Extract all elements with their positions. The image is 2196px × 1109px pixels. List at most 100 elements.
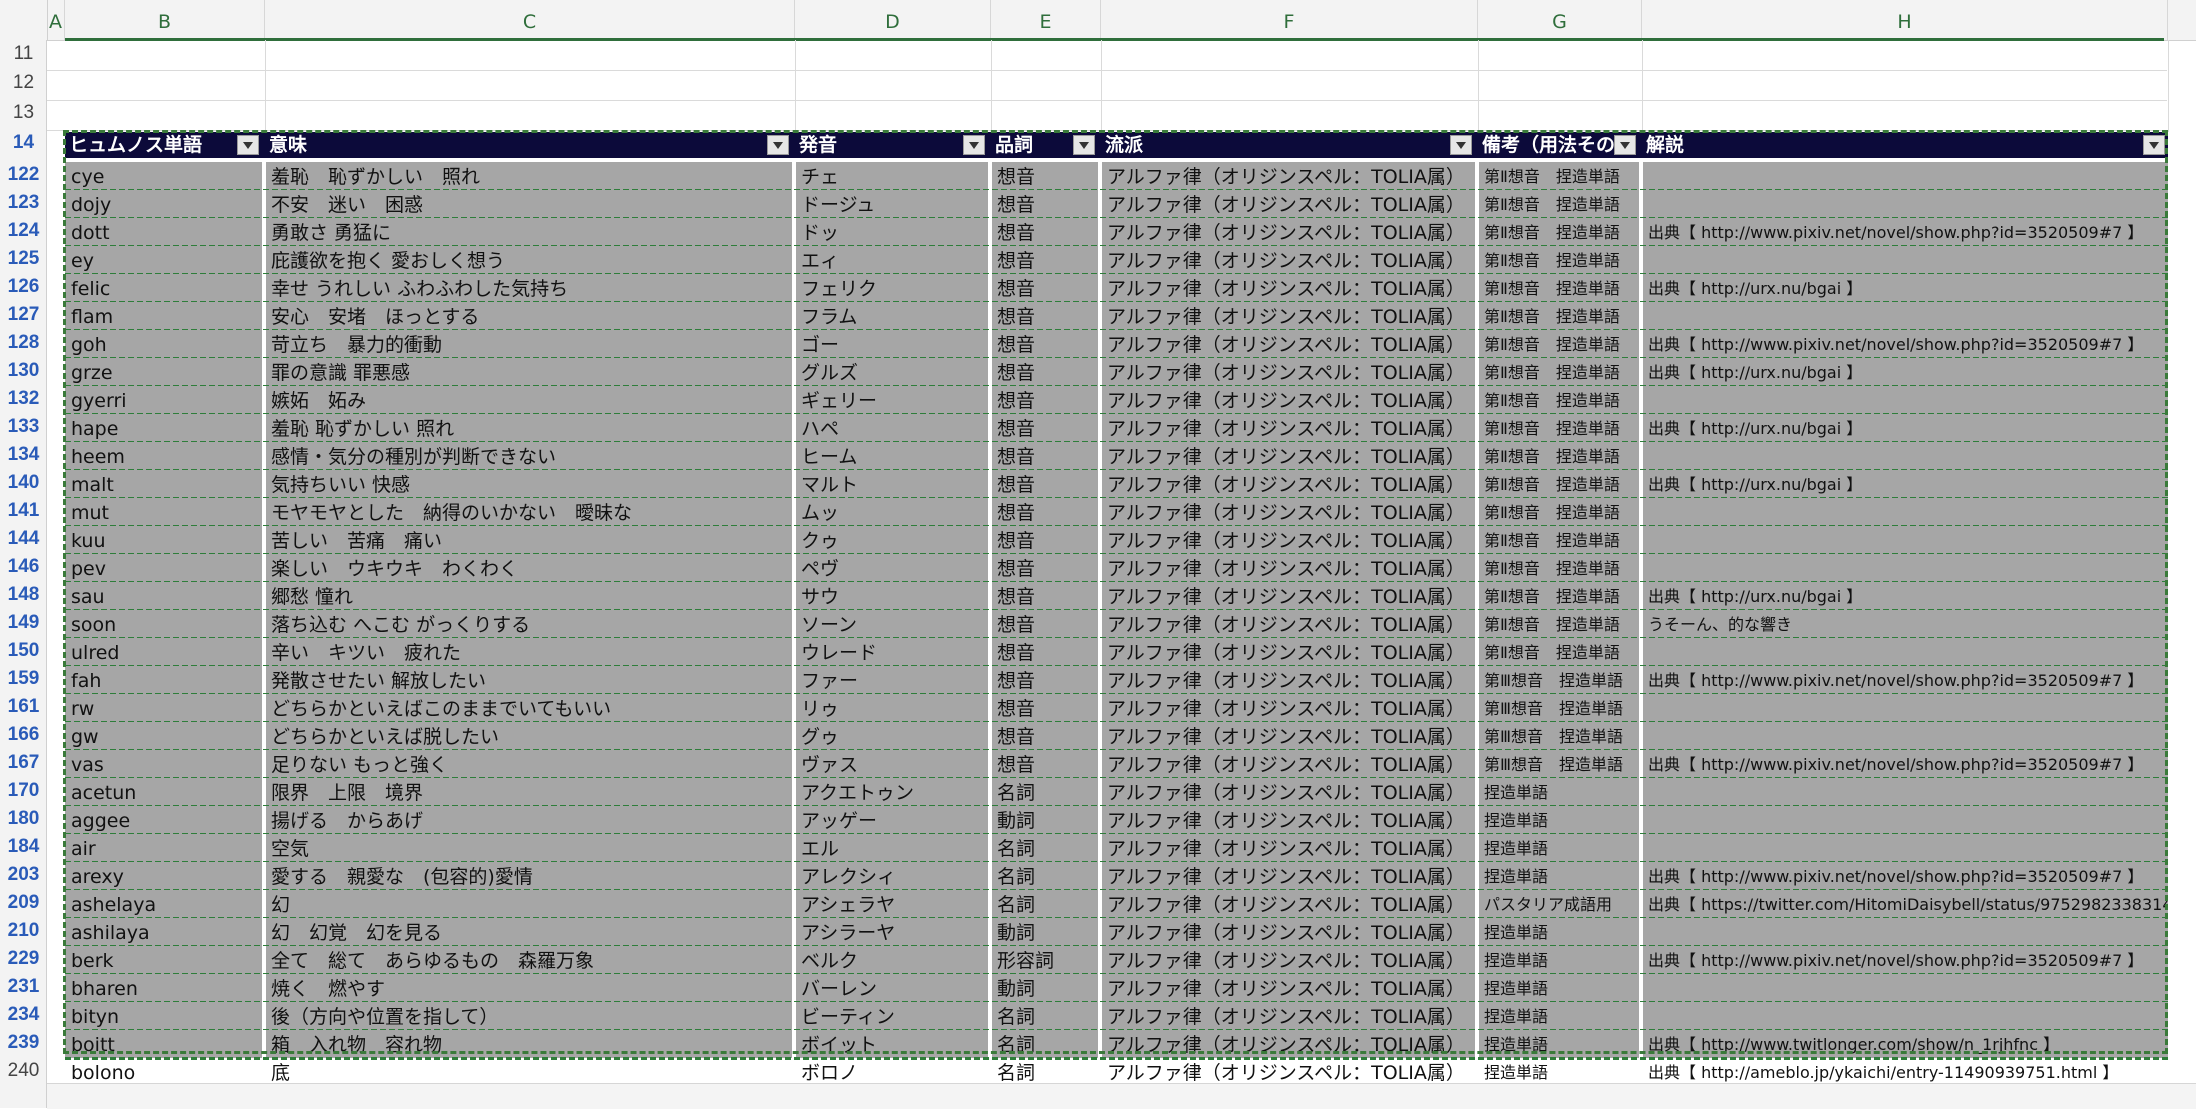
cell-pronunciation[interactable]: アレクシィ [795,862,991,890]
cell-part-of-speech[interactable]: 想音 [991,666,1101,694]
table-row[interactable]: felic 幸せ うれしい ふわふわした気持ち フェリク 想音 アルファ律（オリジンスペ… [65,274,2168,304]
cell-notes[interactable]: 第Ⅱ想音 捏造単語 [1478,330,1642,358]
table-row[interactable]: bharen 焼く 燃やす バーレン 動詞 アルファ律（オリジンスペル：TOLIA属）捏… [65,974,2168,1004]
cell-part-of-speech[interactable]: 想音 [991,722,1101,750]
cell-explanation[interactable] [1642,722,2168,750]
cell-pronunciation[interactable]: ギェリー [795,386,991,414]
cell-notes[interactable]: 第Ⅱ想音 捏造単語 [1478,274,1642,302]
cell-pronunciation[interactable]: ソーン [795,610,991,638]
cell-hymmnos-word[interactable]: boitt [65,1030,265,1058]
cell-explanation[interactable] [1642,834,2168,862]
table-row[interactable]: air 空気 エル 名詞 アルファ律（オリジンスペル：TOLIA属） 捏造単語 [65,834,2168,864]
cell-pronunciation[interactable]: ゴー [795,330,991,358]
cell-pronunciation[interactable]: アシェラヤ [795,890,991,918]
cell-school[interactable]: アルファ律（オリジンスペル：TOLIA属） [1101,470,1478,498]
cell-school[interactable]: アルファ律（オリジンスペル：TOLIA属） [1101,330,1478,358]
table-row[interactable]: flam 安心 安堵 ほっとする フラム 想音 アルファ律（オリジンスペル：TOLIA属… [65,302,2168,332]
column-header-h[interactable]: H [1642,0,2168,40]
row-header[interactable]: 12 [0,72,47,94]
table-row[interactable]: grze 罪の意識 罪悪感 グルズ 想音 アルファ律（オリジンスペル：TOLIA属） 第Ⅱ… [65,358,2168,388]
cell-explanation[interactable] [1642,190,2168,218]
cell-explanation[interactable]: 出典【 http://www.twitlonger.com/show/n_1rj… [1642,1030,2168,1058]
row-header[interactable]: 209 [0,892,47,914]
cell-notes[interactable]: 捏造単語 [1478,778,1642,806]
cell-part-of-speech[interactable]: 想音 [991,274,1101,302]
cell-notes[interactable]: パスタリア成語用 [1478,890,1642,918]
table-row[interactable]: goh 苛立ち 暴力的衝動 ゴー 想音 アルファ律（オリジンスペル：TOLIA属） 第Ⅱ想… [65,330,2168,360]
cell-hymmnos-word[interactable]: bharen [65,974,265,1002]
row-header[interactable]: 122 [0,164,47,186]
cell-notes[interactable]: 第Ⅱ想音 捏造単語 [1478,582,1642,610]
cell-school[interactable]: アルファ律（オリジンスペル：TOLIA属） [1101,946,1478,974]
cell-school[interactable]: アルファ律（オリジンスペル：TOLIA属） [1101,862,1478,890]
cell-explanation[interactable]: 出典【 http://www.pixiv.net/novel/show.php?… [1642,750,2168,778]
cell-part-of-speech[interactable]: 名詞 [991,1002,1101,1030]
select-all-corner[interactable] [0,0,48,40]
filter-dropdown-button[interactable] [767,135,789,155]
row-header[interactable]: 166 [0,724,47,746]
cell-part-of-speech[interactable]: 想音 [991,358,1101,386]
column-header-g[interactable]: G [1478,0,1642,40]
cell-meaning[interactable]: 不安 迷い 困惑 [265,190,795,218]
cell-meaning[interactable]: 羞恥 恥ずかしい 照れ [265,414,795,442]
cell-school[interactable]: アルファ律（オリジンスペル：TOLIA属） [1101,694,1478,722]
cell-pronunciation[interactable]: ウレード [795,638,991,666]
cell-part-of-speech[interactable]: 形容詞 [991,946,1101,974]
cell-school[interactable]: アルファ律（オリジンスペル：TOLIA属） [1101,722,1478,750]
row-header[interactable]: 148 [0,584,47,606]
cell-hymmnos-word[interactable]: aggee [65,806,265,834]
cell-school[interactable]: アルファ律（オリジンスペル：TOLIA属） [1101,1058,1478,1086]
table-row[interactable]: rw どちらかといえばこのままでいてもいい リゥ 想音 アルファ律（オリジンスペル：TO… [65,694,2168,724]
cell-hymmnos-word[interactable]: acetun [65,778,265,806]
cell-pronunciation[interactable]: アクエトゥン [795,778,991,806]
cell-school[interactable]: アルファ律（オリジンスペル：TOLIA属） [1101,218,1478,246]
cell-hymmnos-word[interactable]: bolono [65,1058,265,1086]
column-header-c[interactable]: C [265,0,795,40]
cell-meaning[interactable]: 勇敢さ 勇猛に [265,218,795,246]
row-header[interactable]: 13 [0,102,47,124]
cell-hymmnos-word[interactable]: ashilaya [65,918,265,946]
cell-meaning[interactable]: 発散させたい 解放したい [265,666,795,694]
row-header[interactable]: 180 [0,808,47,830]
cell-pronunciation[interactable]: ヒーム [795,442,991,470]
cell-explanation[interactable] [1642,302,2168,330]
cell-part-of-speech[interactable]: 名詞 [991,862,1101,890]
cell-explanation[interactable]: 出典【 http://www.pixiv.net/novel/show.php?… [1642,218,2168,246]
cell-explanation[interactable] [1642,386,2168,414]
table-row[interactable]: berk 全て 総て あらゆるもの 森羅万象 ベルク 形容詞 アルファ律（オリジンスペル… [65,946,2168,976]
cell-hymmnos-word[interactable]: hape [65,414,265,442]
cell-school[interactable]: アルファ律（オリジンスペル：TOLIA属） [1101,638,1478,666]
row-header[interactable]: 134 [0,444,47,466]
cell-explanation[interactable]: 出典【 http://urx.nu/bgai 】 [1642,582,2168,610]
cell-school[interactable]: アルファ律（オリジンスペル：TOLIA属） [1101,1030,1478,1058]
cell-pronunciation[interactable]: クゥ [795,526,991,554]
cell-notes[interactable]: 第Ⅱ想音 捏造単語 [1478,526,1642,554]
cell-meaning[interactable]: 落ち込む へこむ がっくりする [265,610,795,638]
cell-notes[interactable]: 捏造単語 [1478,806,1642,834]
cell-meaning[interactable]: 安心 安堵 ほっとする [265,302,795,330]
cell-pronunciation[interactable]: ファー [795,666,991,694]
filter-dropdown-button[interactable] [237,135,259,155]
cell-hymmnos-word[interactable]: heem [65,442,265,470]
cell-notes[interactable]: 第Ⅱ想音 捏造単語 [1478,554,1642,582]
table-row[interactable]: pev 楽しい ウキウキ わくわく ペヴ 想音 アルファ律（オリジンスペル：TOLIA属… [65,554,2168,584]
cell-school[interactable]: アルファ律（オリジンスペル：TOLIA属） [1101,162,1478,190]
cell-hymmnos-word[interactable]: cye [65,162,265,190]
cell-meaning[interactable]: 愛する 親愛な (包容的)愛情 [265,862,795,890]
cell-hymmnos-word[interactable]: felic [65,274,265,302]
cell-notes[interactable]: 第Ⅱ想音 捏造単語 [1478,218,1642,246]
cell-explanation[interactable]: 出典【 http://urx.nu/bgai 】 [1642,358,2168,386]
cell-hymmnos-word[interactable]: grze [65,358,265,386]
cell-meaning[interactable]: 楽しい ウキウキ わくわく [265,554,795,582]
cell-hymmnos-word[interactable]: arexy [65,862,265,890]
cell-meaning[interactable]: 感情・気分の種別が判断できない [265,442,795,470]
table-row[interactable]: gw どちらかといえば脱したい グゥ 想音 アルファ律（オリジンスペル：TOLIA属）第… [65,722,2168,752]
cell-part-of-speech[interactable]: 想音 [991,638,1101,666]
cell-hymmnos-word[interactable]: soon [65,610,265,638]
row-header[interactable]: 133 [0,416,47,438]
cell-explanation[interactable]: 出典【 http://www.pixiv.net/novel/show.php?… [1642,862,2168,890]
cell-pronunciation[interactable]: フェリク [795,274,991,302]
cell-notes[interactable]: 第Ⅱ想音 捏造単語 [1478,610,1642,638]
cell-hymmnos-word[interactable]: pev [65,554,265,582]
cell-part-of-speech[interactable]: 想音 [991,386,1101,414]
